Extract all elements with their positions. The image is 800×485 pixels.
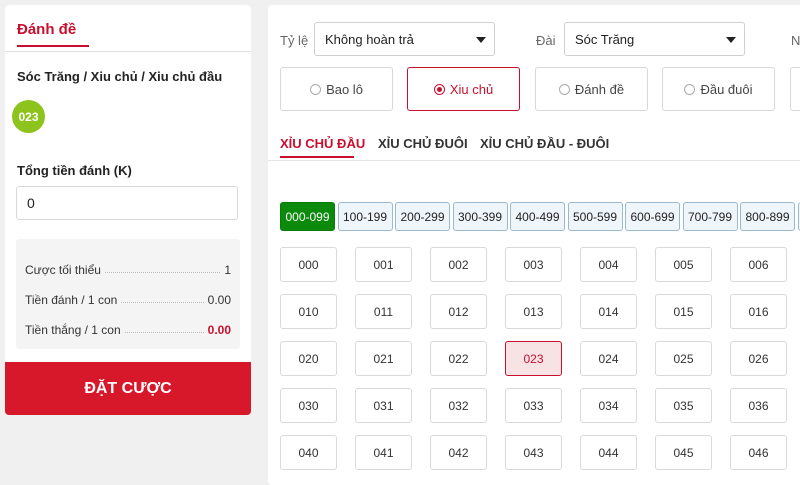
- ratio-label: Tỷ lệ: [280, 33, 308, 48]
- radio-icon: [310, 84, 321, 95]
- number-cell[interactable]: 000: [280, 247, 337, 282]
- number-cell[interactable]: 023: [505, 341, 562, 376]
- number-cell[interactable]: 002: [430, 247, 487, 282]
- number-cell[interactable]: 026: [730, 341, 787, 376]
- number-cell[interactable]: 020: [280, 341, 337, 376]
- summary-value: 1: [224, 263, 231, 277]
- ratio-select-value: Không hoàn trả: [325, 32, 414, 47]
- number-cell[interactable]: 040: [280, 435, 337, 470]
- bet-type-bao-lo[interactable]: Bao lô: [280, 67, 393, 111]
- number-picker-panel: Tỷ lệ Không hoàn trả Đài Sóc Trăng N Bao…: [268, 5, 800, 485]
- leader-dots: [125, 332, 204, 333]
- summary-label: Tiền thắng / 1 con: [25, 323, 121, 337]
- number-cell[interactable]: 034: [580, 388, 637, 423]
- number-cell[interactable]: 012: [430, 294, 487, 329]
- radio-icon: [559, 84, 570, 95]
- active-tab-underline: [280, 156, 354, 158]
- place-bet-button[interactable]: ĐẶT CƯỢC: [5, 362, 251, 415]
- tab-xiu-chu-duoi[interactable]: XỈU CHỦ ĐUÔI: [378, 136, 468, 151]
- chevron-down-icon: [726, 37, 736, 43]
- bet-type-xiu-chu[interactable]: Xiu chủ: [407, 67, 520, 111]
- number-cell[interactable]: 022: [430, 341, 487, 376]
- number-cell[interactable]: 036: [730, 388, 787, 423]
- number-cell[interactable]: 041: [355, 435, 412, 470]
- extra-filter-label: N: [791, 33, 800, 48]
- summary-value: 0.00: [208, 323, 231, 337]
- number-cell[interactable]: 011: [355, 294, 412, 329]
- divider: [268, 160, 800, 161]
- number-cell[interactable]: 031: [355, 388, 412, 423]
- number-cell[interactable]: 044: [580, 435, 637, 470]
- summary-row-stake: Tiền đánh / 1 con 0.00: [25, 289, 231, 307]
- selected-number-badge[interactable]: 023: [12, 100, 45, 133]
- summary-row-win: Tiền thắng / 1 con 0.00: [25, 319, 231, 337]
- selection-label: Sóc Trăng / Xiu chủ / Xiu chủ đầu: [17, 69, 222, 84]
- number-cell[interactable]: 035: [655, 388, 712, 423]
- summary-value: 0.00: [208, 293, 231, 307]
- number-cell[interactable]: 033: [505, 388, 562, 423]
- number-cell[interactable]: 006: [730, 247, 787, 282]
- number-cell[interactable]: 032: [430, 388, 487, 423]
- tab-xiu-chu-dau[interactable]: XỈU CHỦ ĐẦU: [280, 136, 365, 151]
- bet-type-label: Xiu chủ: [450, 82, 493, 97]
- number-cell[interactable]: 001: [355, 247, 412, 282]
- amount-label: Tổng tiền đánh (K): [17, 163, 132, 178]
- number-cell[interactable]: 003: [505, 247, 562, 282]
- number-cell[interactable]: 042: [430, 435, 487, 470]
- station-select-value: Sóc Trăng: [575, 32, 634, 47]
- summary-label: Cược tối thiểu: [25, 263, 101, 277]
- station-label: Đài: [536, 33, 556, 48]
- range-chip[interactable]: 700-799: [683, 202, 738, 231]
- radio-icon: [684, 84, 695, 95]
- range-chip[interactable]: 600-699: [625, 202, 680, 231]
- leader-dots: [121, 302, 203, 303]
- number-cell[interactable]: 043: [505, 435, 562, 470]
- bet-type-label: Bao lô: [326, 82, 363, 97]
- summary-row-min-bet: Cược tối thiểu 1: [25, 259, 231, 277]
- bet-summary: Cược tối thiểu 1 Tiền đánh / 1 con 0.00 …: [16, 239, 240, 349]
- station-select[interactable]: Sóc Trăng: [564, 22, 745, 56]
- number-cell[interactable]: 021: [355, 341, 412, 376]
- number-cell[interactable]: 045: [655, 435, 712, 470]
- leader-dots: [105, 272, 220, 273]
- number-cell[interactable]: 005: [655, 247, 712, 282]
- bet-type-label: Đầu đuôi: [700, 82, 752, 97]
- bet-slip-panel: Đánh đề Sóc Trăng / Xiu chủ / Xiu chủ đầ…: [5, 5, 251, 415]
- number-cell[interactable]: 025: [655, 341, 712, 376]
- bet-type-danh-de[interactable]: Đánh đề: [535, 67, 648, 111]
- range-chip[interactable]: 800-899: [740, 202, 795, 231]
- range-chip[interactable]: 200-299: [395, 202, 450, 231]
- bet-type-more[interactable]: [790, 67, 800, 111]
- number-cell[interactable]: 030: [280, 388, 337, 423]
- range-chip[interactable]: 100-199: [338, 202, 393, 231]
- amount-input[interactable]: [16, 186, 238, 220]
- divider: [5, 51, 251, 52]
- panel-title: Đánh đề: [17, 21, 76, 38]
- number-cell[interactable]: 046: [730, 435, 787, 470]
- number-cell[interactable]: 010: [280, 294, 337, 329]
- chevron-down-icon: [476, 37, 486, 43]
- range-chip[interactable]: 500-599: [568, 202, 623, 231]
- summary-label: Tiền đánh / 1 con: [25, 293, 117, 307]
- tab-xiu-chu-dau-duoi[interactable]: XỈU CHỦ ĐẦU - ĐUÔI: [480, 136, 609, 151]
- range-chip[interactable]: 000-099: [280, 202, 335, 231]
- number-cell[interactable]: 014: [580, 294, 637, 329]
- bet-type-label: Đánh đề: [575, 82, 624, 97]
- number-cell[interactable]: 015: [655, 294, 712, 329]
- ratio-select[interactable]: Không hoàn trả: [314, 22, 495, 56]
- title-underline: [17, 45, 89, 47]
- number-cell[interactable]: 013: [505, 294, 562, 329]
- number-cell[interactable]: 004: [580, 247, 637, 282]
- number-cell[interactable]: 016: [730, 294, 787, 329]
- radio-selected-icon: [434, 84, 445, 95]
- number-cell[interactable]: 024: [580, 341, 637, 376]
- bet-type-dau-duoi[interactable]: Đầu đuôi: [662, 67, 775, 111]
- range-chip[interactable]: 400-499: [510, 202, 565, 231]
- range-chip[interactable]: 300-399: [453, 202, 508, 231]
